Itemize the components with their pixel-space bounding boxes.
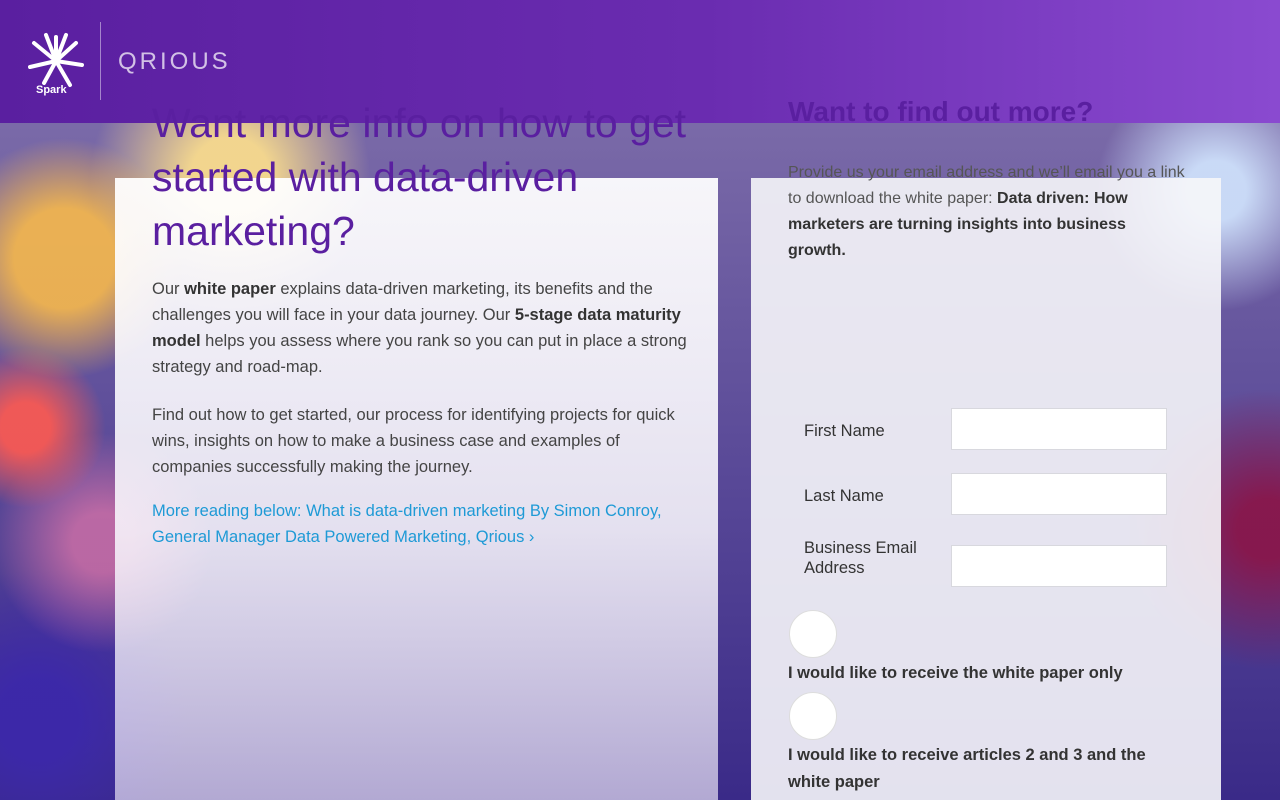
brand-name[interactable]: QRIOUS xyxy=(118,48,231,76)
details-paragraph: Find out how to get started, our process… xyxy=(152,406,675,476)
header-divider xyxy=(100,22,101,100)
last-name-input[interactable] xyxy=(951,473,1167,515)
email-input[interactable] xyxy=(951,545,1167,587)
white-paper-only-label[interactable]: I would like to receive the white paper … xyxy=(788,660,1188,687)
form-title: Want to find out more? xyxy=(788,96,1094,127)
intro-paragraph: Our white paper explains data-driven mar… xyxy=(152,280,687,376)
articles-and-paper-radio[interactable] xyxy=(789,692,837,740)
info-panel xyxy=(115,178,718,800)
first-name-input[interactable] xyxy=(951,408,1167,450)
form-intro: Provide us your email address and we’ll … xyxy=(788,164,1185,259)
first-name-label: First Name xyxy=(804,422,885,440)
page-headline: Want more info on how to get started wit… xyxy=(152,100,687,254)
spark-logo-label: Spark xyxy=(36,84,67,96)
more-reading-link[interactable]: More reading below: What is data-driven … xyxy=(152,498,672,550)
articles-and-paper-label[interactable]: I would like to receive articles 2 and 3… xyxy=(788,742,1188,796)
email-label: Business Email Address xyxy=(804,539,917,577)
last-name-label: Last Name xyxy=(804,487,884,505)
white-paper-only-radio[interactable] xyxy=(789,610,837,658)
